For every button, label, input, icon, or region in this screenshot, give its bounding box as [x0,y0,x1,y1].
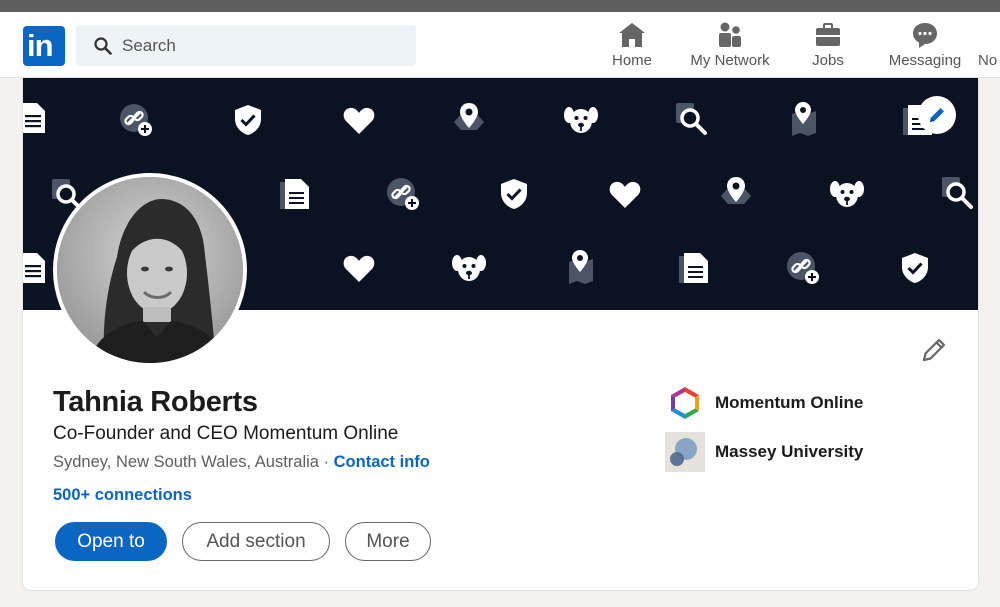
linkedin-logo[interactable]: in [23,26,65,66]
contact-info-link[interactable]: Contact info [334,453,430,471]
link-add-icon [120,104,152,136]
nav-my-network[interactable]: My Network [685,20,775,78]
dog-icon-2 [830,181,864,207]
nav-messaging-label: Messaging [888,52,962,69]
more-button[interactable]: More [345,522,431,561]
profile-headline: Co-Founder and CEO Momentum Online [53,423,399,444]
messaging-icon [913,23,937,48]
profile-location-row: Sydney, New South Wales, Australia · Con… [53,453,430,472]
search-icon [94,37,112,55]
location-pin-icon [454,103,484,130]
profile-photo[interactable] [53,173,247,367]
browser-top-strip [0,0,1000,12]
search-input[interactable] [122,25,402,66]
profile-photo-image [57,177,243,363]
profile-card: Tahnia Roberts Co-Founder and CEO Moment… [23,78,978,590]
nav-home[interactable]: Home [602,20,662,78]
shield-check-icon-3 [902,253,928,283]
open-to-button[interactable]: Open to [55,522,167,561]
heart-icon-3 [343,255,375,282]
document-icon-4 [23,253,45,283]
top-nav-bar: in Home My Network Jobs [0,12,1000,78]
org-massey-name: Massey University [715,442,864,461]
shield-check-icon-2 [501,179,527,209]
connections-link[interactable]: 500+ connections [53,486,192,505]
nav-my-network-label: My Network [690,52,770,69]
massey-logo [665,432,705,472]
org-momentum-name: Momentum Online [715,393,864,412]
profile-name: Tahnia Roberts [53,386,258,418]
link-add-icon-3 [787,252,819,284]
dog-icon-3 [452,255,486,281]
location-separator: · [318,453,334,471]
document-icon-5 [679,253,708,283]
pencil-icon [930,108,944,122]
nav-home-label: Home [611,52,652,69]
profile-location: Sydney, New South Wales, Australia [53,453,319,471]
shield-check-icon [235,105,261,135]
edit-intro-pencil-icon[interactable] [919,335,949,365]
link-add-icon-2 [387,178,419,210]
map-pin-icon-2 [569,250,593,284]
dog-icon [564,107,598,133]
add-section-button[interactable]: Add section [182,522,330,561]
search-doc-icon [676,103,707,135]
nav-notifications[interactable]: No [978,20,1000,78]
document-icon [23,103,45,133]
heart-icon [343,107,375,134]
search-box[interactable] [76,25,416,66]
search-doc-icon-3 [942,177,973,209]
edit-banner-button[interactable] [918,96,956,134]
location-pin-icon-2 [721,177,751,204]
heart-icon-2 [609,181,641,208]
nav-jobs-label: Jobs [812,52,844,69]
document-icon-3 [280,179,309,209]
nav-messaging[interactable]: Messaging [884,20,966,78]
nav-notifications-label: No [978,52,998,69]
briefcase-icon [816,23,840,46]
map-pin-icon [792,102,816,136]
network-icon [719,22,741,47]
home-icon [619,23,645,47]
momentum-logo [671,387,699,419]
nav-jobs[interactable]: Jobs [798,20,858,78]
